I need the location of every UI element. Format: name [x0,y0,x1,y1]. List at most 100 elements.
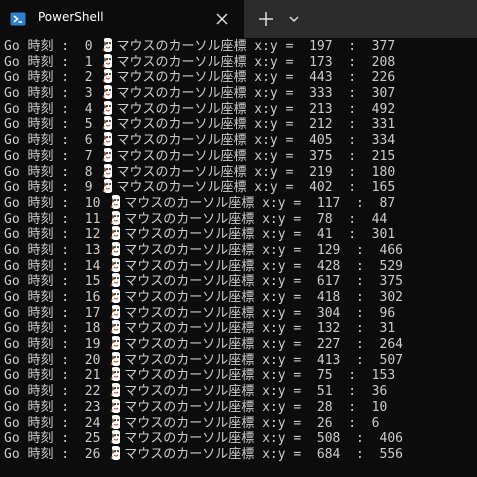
mouse-cursor-icon [101,53,115,68]
terminal-line: Go 時刻 : 7 マウスのカーソル座標 x:y = 375 : 215 [4,147,477,164]
line-text: マウスのカーソル座標 x:y = 428 : 529 [124,258,403,274]
line-prefix: Go 時刻 : 4 [4,101,101,117]
mouse-cursor-icon [101,69,115,84]
mouse-cursor-icon [109,210,123,225]
line-text: マウスのカーソル座標 x:y = 413 : 507 [124,352,403,368]
terminal-line: Go 時刻 : 22 マウスのカーソル座標 x:y = 51 : 36 [4,383,477,399]
line-text: マウスのカーソル座標 x:y = 197 : 377 [116,39,396,54]
terminal-line: Go 時刻 : 1 マウスのカーソル座標 x:y = 173 : 208 [4,53,477,70]
mouse-cursor-icon [101,179,115,194]
line-text: マウスのカーソル座標 x:y = 78 : 44 [124,211,388,227]
line-text: マウスのカーソル座標 x:y = 51 : 36 [124,384,388,399]
line-prefix: Go 時刻 : 3 [4,86,101,101]
terminal-line: Go 時刻 : 24 マウスのカーソル座標 x:y = 26 : 6 [4,414,477,431]
mouse-cursor-icon [109,430,123,445]
line-text: マウスのカーソル座標 x:y = 41 : 301 [124,227,396,242]
mouse-cursor-icon [101,116,115,131]
mouse-cursor-icon [109,383,123,398]
terminal-line: Go 時刻 : 15 マウスのカーソル座標 x:y = 617 : 375 [4,273,477,289]
terminal-line: Go 時刻 : 8 マウスのカーソル座標 x:y = 219 : 180 [4,163,477,180]
terminal-line: Go 時刻 : 6 マウスのカーソル座標 x:y = 405 : 334 [4,132,477,148]
mouse-cursor-icon [109,273,123,288]
powershell-icon [10,11,26,27]
powershell-window: PowerShell Go 時刻 : 0 マウスのカーソル座標 x:y = 19… [0,0,477,477]
terminal-line: Go 時刻 : 10 マウスのカーソル座標 x:y = 117 : 87 [4,194,477,211]
line-prefix: Go 時刻 : 21 [4,368,109,384]
line-text: マウスのカーソル座標 x:y = 117 : 87 [124,195,396,211]
line-prefix: Go 時刻 : 20 [4,352,109,368]
mouse-cursor-icon [109,304,123,319]
mouse-cursor-icon [109,367,123,382]
terminal-line: Go 時刻 : 9 マウスのカーソル座標 x:y = 402 : 165 [4,179,477,195]
terminal-line: Go 時刻 : 11 マウスのカーソル座標 x:y = 78 : 44 [4,210,477,227]
terminal-line: Go 時刻 : 25 マウスのカーソル座標 x:y = 508 : 406 [4,430,477,446]
terminal-line: Go 時刻 : 14 マウスのカーソル座標 x:y = 428 : 529 [4,257,477,274]
title-bar: PowerShell [0,0,477,38]
line-prefix: Go 時刻 : 14 [4,258,109,274]
terminal-line: Go 時刻 : 0 マウスのカーソル座標 x:y = 197 : 377 [4,38,477,54]
line-text: マウスのカーソル座標 x:y = 405 : 334 [116,133,396,148]
line-text: マウスのカーソル座標 x:y = 227 : 264 [124,337,403,352]
mouse-cursor-icon [109,241,123,256]
terminal-line: Go 時刻 : 16 マウスのカーソル座標 x:y = 418 : 302 [4,289,477,305]
mouse-cursor-icon [101,38,115,52]
line-text: マウスのカーソル座標 x:y = 333 : 307 [116,86,396,101]
terminal-line: Go 時刻 : 18 マウスのカーソル座標 x:y = 132 : 31 [4,320,477,336]
mouse-cursor-icon [101,85,115,100]
mouse-cursor-icon [101,163,115,178]
tab-powershell[interactable]: PowerShell [0,0,244,38]
line-text: マウスのカーソル座標 x:y = 173 : 208 [116,54,396,70]
line-prefix: Go 時刻 : 13 [4,242,109,258]
terminal-line: Go 時刻 : 2 マウスのカーソル座標 x:y = 443 : 226 [4,69,477,85]
plus-icon[interactable] [256,9,276,29]
terminal-output[interactable]: Go 時刻 : 0 マウスのカーソル座標 x:y = 197 : 377 Go 時… [0,38,477,477]
line-prefix: Go 時刻 : 0 [4,39,101,54]
line-prefix: Go 時刻 : 7 [4,148,101,164]
line-prefix: Go 時刻 : 5 [4,117,101,133]
terminal-line: Go 時刻 : 20 マウスのカーソル座標 x:y = 413 : 507 [4,351,477,368]
terminal-line: Go 時刻 : 21 マウスのカーソル座標 x:y = 75 : 153 [4,367,477,383]
mouse-cursor-icon [109,336,123,351]
terminal-line: Go 時刻 : 23 マウスのカーソル座標 x:y = 28 : 10 [4,398,477,415]
mouse-cursor-icon [109,320,123,335]
terminal-line: Go 時刻 : 12 マウスのカーソル座標 x:y = 41 : 301 [4,226,477,242]
line-prefix: Go 時刻 : 16 [4,290,109,305]
line-prefix: Go 時刻 : 10 [4,195,109,211]
mouse-cursor-icon [109,257,123,272]
line-prefix: Go 時刻 : 22 [4,384,109,399]
terminal-line: Go 時刻 : 4 マウスのカーソル座標 x:y = 213 : 492 [4,100,477,117]
mouse-cursor-icon [101,100,115,115]
line-prefix: Go 時刻 : 23 [4,399,109,415]
line-text: マウスのカーソル座標 x:y = 508 : 406 [124,431,403,446]
mouse-cursor-icon [109,398,123,413]
terminal-line: Go 時刻 : 13 マウスのカーソル座標 x:y = 129 : 466 [4,241,477,258]
mouse-cursor-icon [109,289,123,303]
line-prefix: Go 時刻 : 2 [4,70,101,86]
chevron-down-icon[interactable] [285,10,303,28]
line-prefix: Go 時刻 : 12 [4,227,109,242]
line-prefix: Go 時刻 : 15 [4,274,109,289]
mouse-cursor-icon [101,132,115,147]
line-prefix: Go 時刻 : 18 [4,321,109,337]
line-prefix: Go 時刻 : 8 [4,164,101,180]
mouse-cursor-icon [109,414,123,429]
line-prefix: Go 時刻 : 26 [4,446,109,462]
line-text: マウスのカーソル座標 x:y = 617 : 375 [124,274,403,289]
line-text: マウスのカーソル座標 x:y = 304 : 96 [124,305,396,321]
line-prefix: Go 時刻 : 1 [4,54,101,70]
mouse-cursor-icon [109,226,123,241]
line-text: マウスのカーソル座標 x:y = 26 : 6 [124,415,380,431]
tab-title: PowerShell [38,10,104,24]
close-icon[interactable] [213,10,231,28]
line-prefix: Go 時刻 : 17 [4,305,109,321]
mouse-cursor-icon [109,445,123,460]
terminal-line: Go 時刻 : 17 マウスのカーソル座標 x:y = 304 : 96 [4,304,477,321]
line-text: マウスのカーソル座標 x:y = 219 : 180 [116,164,396,180]
line-prefix: Go 時刻 : 9 [4,180,101,195]
line-text: マウスのカーソル座標 x:y = 402 : 165 [116,180,396,195]
line-prefix: Go 時刻 : 25 [4,431,109,446]
line-text: マウスのカーソル座標 x:y = 418 : 302 [124,290,403,305]
line-text: マウスのカーソル座標 x:y = 75 : 153 [124,368,396,384]
line-text: マウスのカーソル座標 x:y = 213 : 492 [116,101,396,117]
line-text: マウスのカーソル座標 x:y = 129 : 466 [124,242,403,258]
